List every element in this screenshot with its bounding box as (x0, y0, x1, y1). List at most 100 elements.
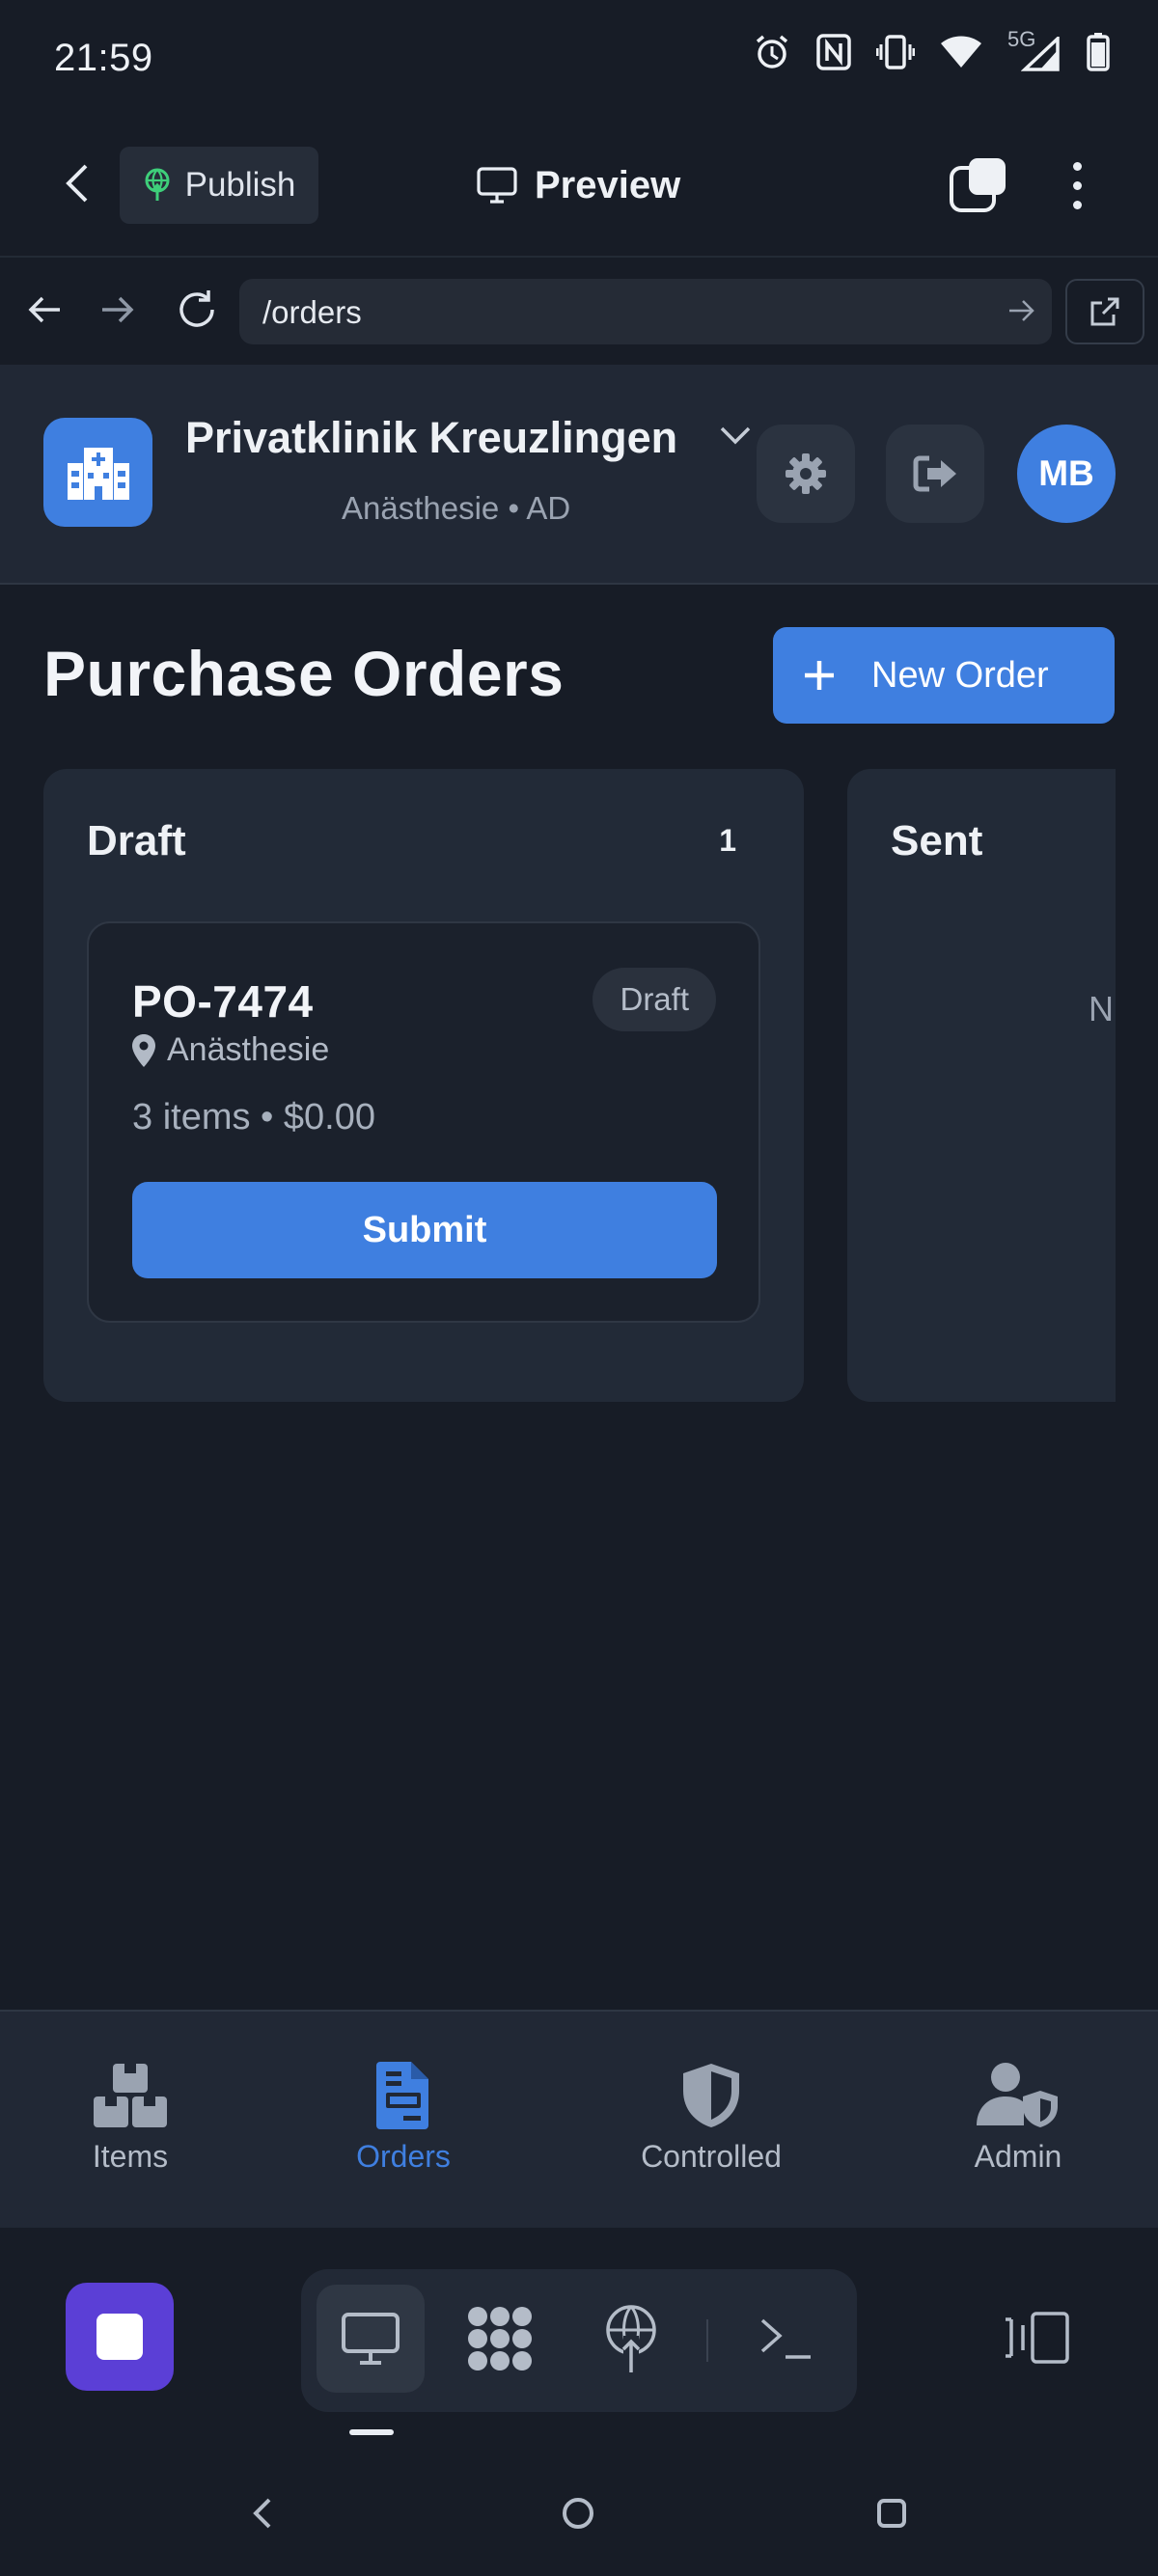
open-external-button[interactable] (1065, 279, 1144, 344)
arrow-right-icon[interactable] (1007, 296, 1036, 325)
tab-preview[interactable] (317, 2285, 425, 2393)
more-dot-icon (1072, 161, 1082, 171)
url-field[interactable]: /orders (239, 279, 1052, 344)
order-location: Anästhesie (132, 1031, 329, 1069)
file-invoice-icon (376, 2062, 428, 2129)
more-dot-icon (1072, 180, 1082, 190)
settings-button[interactable] (757, 425, 855, 523)
app-logo (43, 418, 152, 527)
tab-divider (706, 2319, 708, 2362)
status-icons: 5G (753, 27, 1110, 71)
browser-bar: /orders (0, 256, 1158, 364)
clinic-name[interactable]: Privatklinik Kreuzlingen (185, 413, 677, 463)
dev-tools-bar (0, 2229, 1158, 2441)
logout-button[interactable] (886, 425, 984, 523)
new-order-button[interactable]: New Order (773, 627, 1115, 724)
external-link-icon (1090, 297, 1119, 326)
arrow-right-icon (102, 296, 134, 323)
boxes-icon (94, 2064, 167, 2127)
shield-icon (683, 2064, 739, 2127)
browser-forward-button[interactable] (91, 283, 145, 337)
vibrate-icon (876, 35, 915, 69)
active-tab-indicator (349, 2429, 394, 2435)
status-time: 21:59 (54, 37, 153, 79)
preview-label: Preview (535, 163, 681, 206)
hospital-icon (67, 447, 129, 500)
chevron-left-icon (66, 164, 88, 203)
preview-toggle[interactable]: Preview (477, 154, 680, 216)
status-bar: 21:59 5G (0, 0, 1158, 116)
reload-icon (179, 290, 214, 327)
order-id: PO-7474 (132, 976, 314, 1027)
map-pin-icon (132, 1033, 155, 1067)
column-title: Draft (87, 817, 186, 864)
url-text: /orders (262, 294, 362, 330)
stop-icon (96, 2314, 143, 2360)
editor-toolbar: Publish Preview (0, 125, 1158, 251)
app-header: Privatklinik Kreuzlingen Anästhesie • AD… (0, 365, 1158, 585)
tabs-icon (950, 158, 1006, 212)
dev-tools-tabs (301, 2269, 857, 2412)
globe-upload-icon (606, 2305, 656, 2372)
gear-icon (786, 453, 826, 494)
bottom-nav: Items Orders Controlled Admin (0, 2010, 1158, 2228)
monitor-icon (342, 2313, 400, 2365)
publish-button[interactable]: Publish (120, 147, 318, 224)
order-card[interactable]: PO-7474 Draft Anästhesie 3 items • $0.00… (87, 921, 760, 1323)
back-button[interactable] (48, 154, 106, 212)
system-back-button[interactable] (237, 2489, 286, 2537)
nav-item-orders[interactable]: Orders (331, 2062, 476, 2175)
terminal-icon (760, 2318, 811, 2359)
chevron-down-icon[interactable] (718, 425, 753, 448)
user-shield-icon (977, 2063, 1058, 2127)
circle-home-icon (563, 2498, 593, 2529)
stop-button[interactable] (66, 2283, 174, 2391)
sign-out-icon (913, 455, 956, 492)
nav-item-items[interactable]: Items (58, 2062, 203, 2175)
more-options-button[interactable] (1058, 154, 1096, 216)
kanban-column-sent: Sent N (847, 769, 1116, 1402)
system-nav-bar (0, 2441, 1158, 2576)
tab-deploy[interactable] (577, 2285, 685, 2393)
triangle-back-icon (253, 2498, 271, 2529)
nfc-icon (816, 34, 851, 70)
clinic-subtitle: Anästhesie • AD (342, 490, 571, 526)
battery-icon (1087, 33, 1110, 71)
tab-console[interactable] (731, 2285, 840, 2393)
signal-icon: 5G (1007, 27, 1062, 71)
system-recents-button[interactable] (868, 2489, 916, 2537)
kanban-column-draft: Draft 1 PO-7474 Draft Anästhesie 3 items… (43, 769, 804, 1402)
system-home-button[interactable] (554, 2489, 602, 2537)
plus-icon (805, 661, 834, 690)
tabs-button[interactable] (948, 154, 1009, 216)
app-screen: 21:59 5G Publish Preview /orders Privatk… (0, 0, 1158, 2576)
browser-back-button[interactable] (17, 283, 71, 337)
layout-toggle-icon[interactable] (1004, 2312, 1071, 2364)
workflow-icon (468, 2307, 532, 2370)
column-count: 1 (719, 823, 736, 858)
page-title: Purchase Orders (43, 638, 565, 709)
square-recents-icon (877, 2499, 906, 2528)
status-badge: Draft (593, 968, 716, 1031)
nav-item-admin[interactable]: Admin (946, 2062, 1090, 2175)
nav-item-label: Controlled (641, 2139, 782, 2174)
column-title: Sent (891, 817, 983, 864)
publish-icon (145, 168, 170, 201)
column-empty-text: N (1089, 989, 1114, 1028)
more-dot-icon (1072, 200, 1082, 209)
avatar[interactable]: MB (1017, 425, 1116, 523)
new-order-label: New Order (871, 654, 1049, 696)
publish-label: Publish (184, 166, 296, 204)
browser-reload-button[interactable] (170, 283, 224, 337)
submit-button[interactable]: Submit (132, 1182, 717, 1278)
arrow-left-icon (28, 296, 60, 323)
nav-item-controlled[interactable]: Controlled (618, 2062, 805, 2175)
nav-item-label: Orders (356, 2139, 451, 2174)
nav-item-label: Items (92, 2139, 169, 2174)
nav-item-label: Admin (974, 2139, 1062, 2174)
monitor-icon (477, 167, 517, 204)
tab-workflows[interactable] (446, 2285, 554, 2393)
alarm-icon (756, 35, 788, 69)
wifi-icon (941, 36, 981, 68)
order-location-text: Anästhesie (167, 1031, 330, 1068)
